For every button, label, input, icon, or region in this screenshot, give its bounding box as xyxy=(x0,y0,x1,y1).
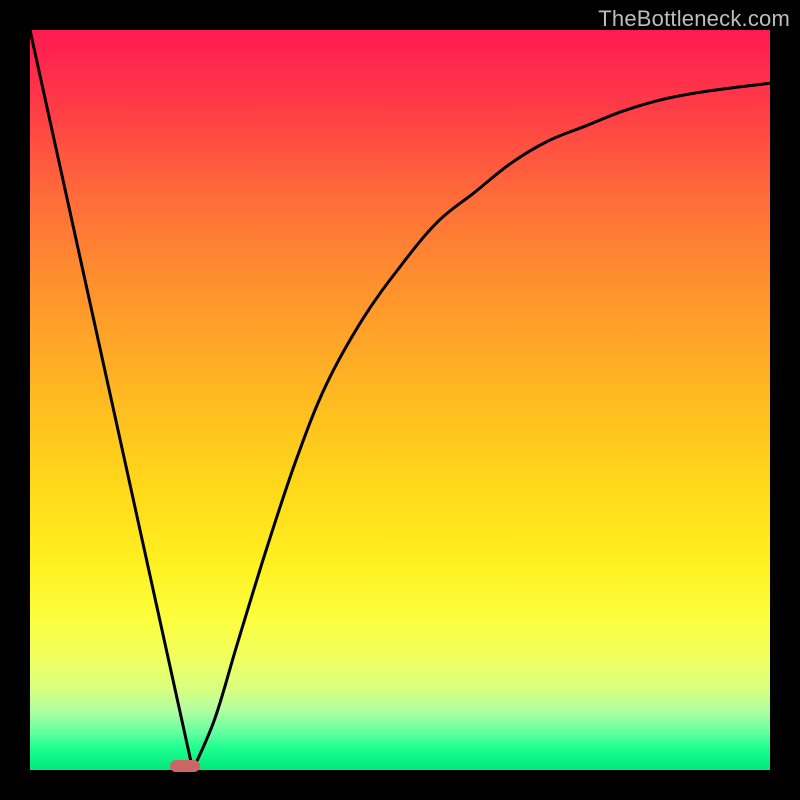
chart-frame: TheBottleneck.com xyxy=(0,0,800,800)
curve-svg xyxy=(30,30,770,770)
curve-path xyxy=(30,30,770,770)
bottleneck-marker xyxy=(170,760,200,772)
watermark-text: TheBottleneck.com xyxy=(598,6,790,32)
plot-area xyxy=(30,30,770,770)
